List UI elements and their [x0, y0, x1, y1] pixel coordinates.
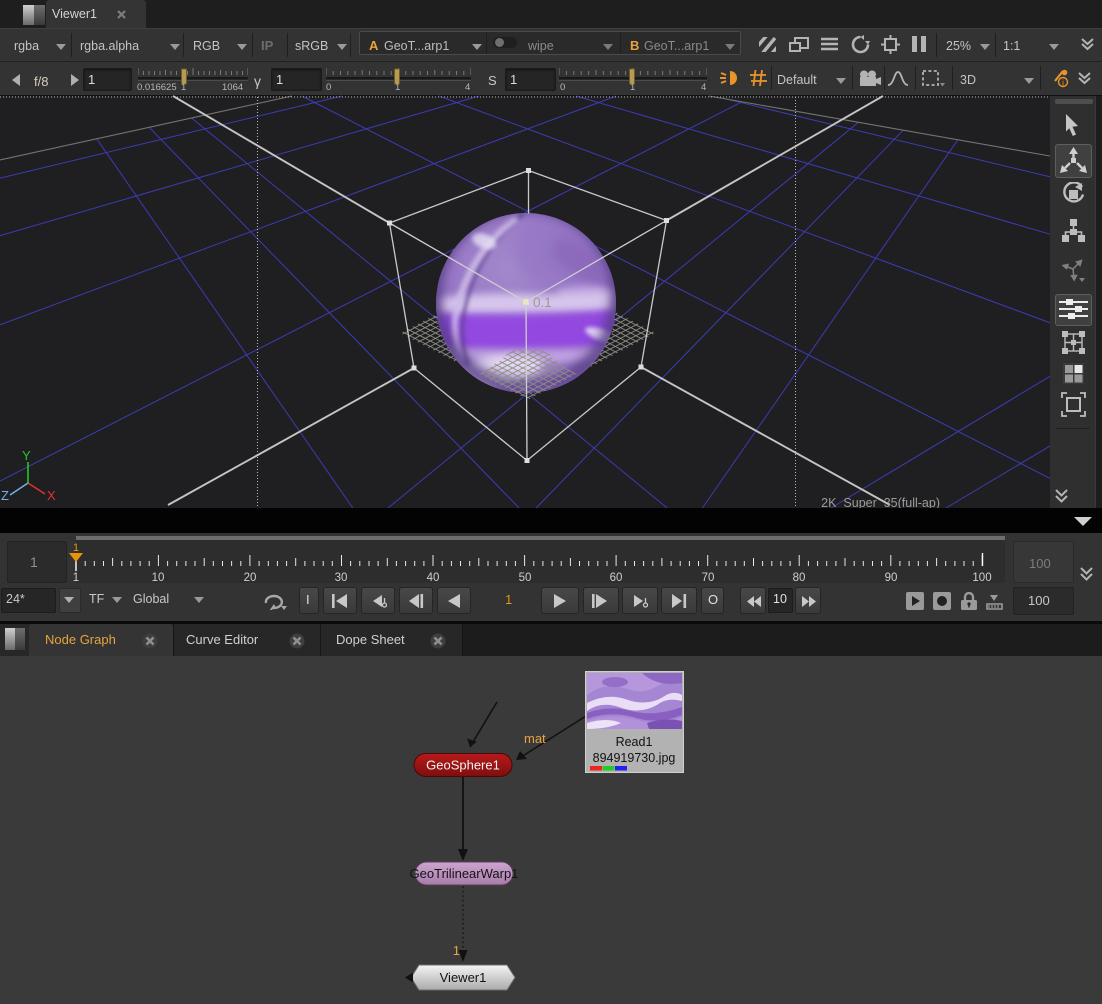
svg-text:mat: mat — [524, 731, 546, 746]
svg-text:X: X — [47, 488, 56, 503]
svg-text:0.1: 0.1 — [533, 295, 552, 310]
svg-text:70: 70 — [702, 572, 715, 584]
svg-text:20: 20 — [244, 572, 257, 584]
svg-text:50: 50 — [519, 572, 532, 584]
svg-text:Z: Z — [1, 488, 9, 503]
svg-text:90: 90 — [885, 572, 898, 584]
svg-text:40: 40 — [427, 572, 440, 584]
svg-text:Y: Y — [22, 448, 31, 463]
svg-text:10: 10 — [152, 572, 165, 584]
svg-text:1: 1 — [453, 943, 460, 958]
svg-text:894919730.jpg: 894919730.jpg — [593, 751, 676, 765]
svg-text:60: 60 — [610, 572, 623, 584]
svg-text:1: 1 — [73, 572, 79, 584]
svg-text:100: 100 — [972, 572, 991, 584]
svg-text:1: 1 — [519, 376, 526, 391]
svg-text:Viewer1: Viewer1 — [440, 970, 487, 985]
svg-text:1: 1 — [73, 542, 79, 554]
svg-text:GeoSphere1: GeoSphere1 — [426, 758, 500, 773]
svg-text:80: 80 — [793, 572, 806, 584]
svg-text:GeoTrilinearWarp1: GeoTrilinearWarp1 — [410, 866, 519, 881]
svg-text:Read1: Read1 — [616, 735, 653, 749]
svg-text:30: 30 — [335, 572, 348, 584]
